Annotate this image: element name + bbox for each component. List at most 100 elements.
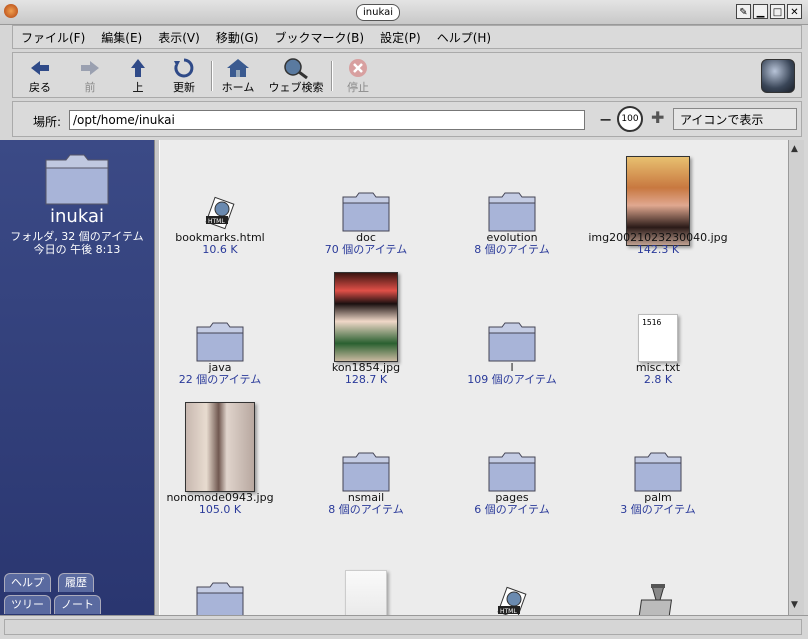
menu-edit[interactable]: 編集(E) — [93, 29, 150, 46]
file-info: 8 個のアイテム — [328, 503, 404, 516]
scroll-down-icon[interactable]: ▼ — [791, 600, 798, 610]
location-bar: 場所: /opt/home/inukai − 100 ✚ アイコンで表示 — [12, 101, 802, 137]
folder-icon — [294, 422, 438, 492]
folder-icon — [44, 152, 110, 206]
file-info: 128.7 K — [344, 373, 388, 386]
back-button[interactable]: 戻る — [25, 57, 55, 95]
file-info: 8 個のアイテム — [474, 243, 550, 256]
file-item[interactable]: evolution 8 個のアイテム — [440, 162, 584, 256]
menu-go[interactable]: 移動(G) — [208, 29, 267, 46]
file-item[interactable]: nonomode0943.jpg 105.0 K — [160, 402, 292, 516]
file-icon: HTML — [160, 162, 292, 232]
file-info: 3 個のアイテム — [620, 503, 696, 516]
window-title: inukai — [356, 4, 400, 21]
file-item[interactable]: img20021023230040.jpg 142.3 K — [586, 156, 730, 256]
image-thumbnail — [294, 272, 438, 362]
forward-button[interactable]: 前 — [75, 57, 105, 95]
back-label: 戻る — [29, 81, 51, 94]
status-bar — [0, 615, 808, 639]
file-info: 6 個のアイテム — [474, 503, 550, 516]
up-label: 上 — [132, 81, 144, 94]
menu-settings[interactable]: 設定(P) — [372, 29, 429, 46]
menu-file[interactable]: ファイル(F) — [13, 29, 93, 46]
file-icon — [294, 552, 438, 615]
status-text — [4, 619, 802, 635]
zoom-level[interactable]: 100 — [617, 106, 643, 132]
file-info: 2.8 K — [643, 373, 673, 386]
folder-icon — [160, 552, 292, 615]
file-item[interactable]: l 109 個のアイテム — [440, 292, 584, 386]
sidebar-folder-name: inukai — [50, 206, 104, 227]
file-item[interactable]: java 22 個のアイテム — [160, 292, 292, 386]
folder-icon — [440, 162, 584, 232]
app-menu-icon[interactable] — [4, 4, 18, 18]
folder-icon — [160, 292, 292, 362]
sidebar: inukai フォルダ, 32 個のアイテム 今日の 午後 8:13 ヘルプ 履… — [0, 140, 154, 615]
scroll-up-icon[interactable]: ▲ — [791, 144, 798, 154]
location-input[interactable]: /opt/home/inukai — [69, 110, 585, 130]
title-bar[interactable]: inukai ✎ ▁ □ ✕ — [0, 0, 808, 25]
web-search-label: ウェブ検索 — [268, 81, 324, 94]
file-item[interactable]: kon1854.jpg 128.7 K — [294, 272, 438, 386]
arrow-up-icon — [123, 57, 153, 79]
file-item[interactable]: 1516 misc.txt 2.8 K — [586, 292, 730, 386]
file-icon — [586, 552, 730, 615]
file-icon: HTML — [440, 552, 584, 615]
file-item[interactable]: ver8.7.lzh2.1 MB — [586, 552, 730, 615]
folder-icon — [440, 292, 584, 362]
file-info: 70 個のアイテム — [324, 243, 408, 256]
file-item[interactable]: nsmail 8 個のアイテム — [294, 422, 438, 516]
home-button[interactable]: ホーム — [219, 57, 257, 95]
stop-button[interactable]: 停止 — [341, 57, 375, 95]
file-info: 10.6 K — [202, 243, 238, 256]
file-view: HTML bookmarks.html 10.6 Kdoc 70 個のアイテム evol… — [160, 140, 788, 615]
zoom-in-icon[interactable]: ✚ — [651, 108, 664, 127]
image-thumbnail — [586, 156, 730, 246]
home-label: ホーム — [221, 81, 255, 94]
file-icon: 1516 — [586, 292, 730, 362]
folder-icon — [440, 422, 584, 492]
tab-notes[interactable]: ノート — [54, 595, 101, 614]
vertical-scrollbar[interactable]: ▲ ▼ — [788, 140, 804, 615]
menu-help[interactable]: ヘルプ(H) — [429, 29, 499, 46]
reload-icon — [169, 57, 199, 79]
zoom-out-icon[interactable]: − — [599, 110, 612, 129]
throbber-icon — [761, 59, 795, 93]
location-label: 場所: — [33, 115, 62, 129]
file-info: 105.0 K — [198, 503, 242, 516]
pin-icon[interactable]: ✎ — [736, 4, 751, 19]
toolbar: 戻る 前 上 更新 ホーム ウェブ検索 停止 — [12, 52, 802, 98]
file-item[interactable]: doc 70 個のアイテム — [294, 162, 438, 256]
minimize-button[interactable]: ▁ — [753, 4, 768, 19]
close-button[interactable]: ✕ — [787, 4, 802, 19]
file-item[interactable]: palm 3 個のアイテム — [586, 422, 730, 516]
file-info: 109 個のアイテム — [467, 373, 557, 386]
file-item[interactable]: pages 6 個のアイテム — [440, 422, 584, 516]
file-info: 142.3 K — [636, 243, 680, 256]
svg-text:HTML: HTML — [500, 608, 517, 615]
stop-label: 停止 — [347, 81, 369, 94]
reload-button[interactable]: 更新 — [169, 57, 199, 95]
view-mode-select[interactable]: アイコンで表示 — [673, 108, 797, 130]
stop-icon — [341, 57, 375, 79]
file-item[interactable]: HTML bookmarks.html 10.6 K — [160, 162, 292, 256]
arrow-right-icon — [75, 57, 105, 79]
web-search-icon — [265, 57, 327, 79]
file-item[interactable]: plugin131_02.trace546 バイト — [294, 552, 438, 615]
menu-view[interactable]: 表示(V) — [150, 29, 208, 46]
tab-history[interactable]: 履歴 — [58, 573, 94, 592]
up-button[interactable]: 上 — [123, 57, 153, 95]
folder-icon — [294, 162, 438, 232]
arrow-left-icon — [25, 57, 55, 79]
folder-icon — [586, 422, 730, 492]
menu-bar: ファイル(F) 編集(E) 表示(V) 移動(G) ブックマーク(B) 設定(P… — [12, 25, 802, 49]
menu-bookmarks[interactable]: ブックマーク(B) — [266, 29, 372, 46]
file-item[interactable]: HTMLproxylist.html549 バイト — [440, 552, 584, 615]
tab-help[interactable]: ヘルプ — [4, 573, 51, 592]
web-search-button[interactable]: ウェブ検索 — [265, 57, 327, 95]
maximize-button[interactable]: □ — [770, 4, 785, 19]
image-thumbnail — [160, 402, 292, 492]
tab-tree[interactable]: ツリー — [4, 595, 51, 614]
file-item[interactable]: photo799 個のアイテム — [160, 552, 292, 615]
svg-text:HTML: HTML — [208, 218, 225, 225]
